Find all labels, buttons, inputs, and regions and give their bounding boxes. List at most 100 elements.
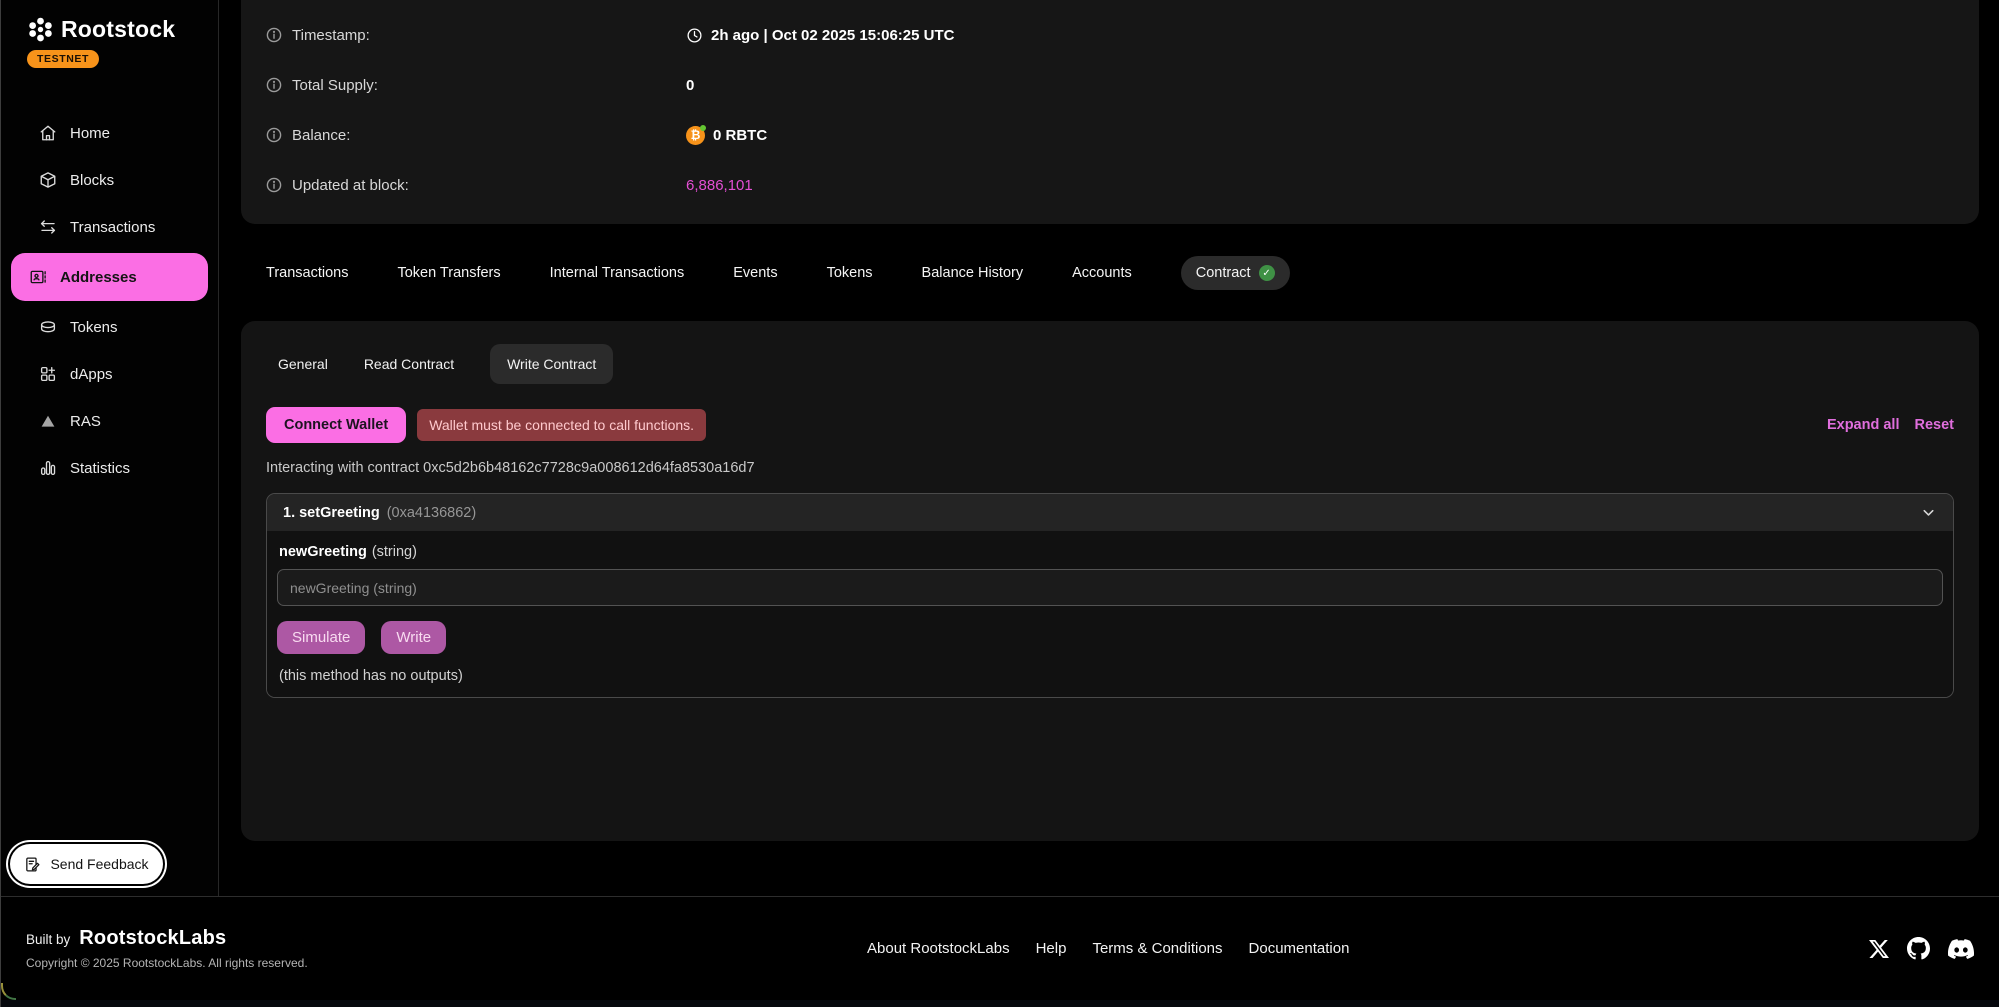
param-type: (string) — [372, 544, 417, 560]
balance-value: 0 RBTC — [713, 127, 767, 144]
footer-links: About RootstockLabs Help Terms & Conditi… — [867, 940, 1349, 957]
tab-internal-transactions[interactable]: Internal Transactions — [550, 265, 685, 281]
footer-link-help[interactable]: Help — [1036, 940, 1067, 957]
sidebar-item-label: Addresses — [60, 269, 137, 286]
sidebar-item-label: Transactions — [70, 219, 155, 236]
info-icon — [266, 77, 282, 93]
tab-transactions[interactable]: Transactions — [266, 265, 348, 281]
write-button[interactable]: Write — [381, 621, 446, 654]
sidebar-item-label: RAS — [70, 413, 101, 430]
grid-plus-icon — [39, 365, 57, 383]
param-input[interactable] — [277, 569, 1943, 606]
swap-arrows-icon — [39, 218, 57, 236]
info-icon — [266, 27, 282, 43]
no-outputs-note: (this method has no outputs) — [277, 668, 1943, 684]
expand-all-link[interactable]: Expand all — [1827, 417, 1900, 433]
method-accordion-header[interactable]: 1. setGreeting (0xa4136862) — [267, 494, 1953, 531]
reset-link[interactable]: Reset — [1915, 417, 1955, 433]
sidebar-item-dapps[interactable]: dApps — [11, 353, 208, 395]
updated-at-block-label: Updated at block: — [292, 177, 409, 194]
footer: Built by RootstockLabs Copyright © 2025 … — [1, 896, 1999, 1000]
method-selector: (0xa4136862) — [387, 505, 477, 521]
sidebar-item-label: Tokens — [70, 319, 118, 336]
triangle-icon — [39, 412, 57, 430]
brand-name: Rootstock — [61, 16, 175, 43]
tab-tokens[interactable]: Tokens — [827, 265, 873, 281]
sidebar-item-transactions[interactable]: Transactions — [11, 206, 208, 248]
sidebar-item-statistics[interactable]: Statistics — [11, 447, 208, 489]
timestamp-label: Timestamp: — [292, 27, 370, 44]
total-supply-value: 0 — [686, 77, 694, 94]
discord-icon[interactable] — [1948, 936, 1974, 962]
logo[interactable]: Rootstock — [27, 16, 218, 43]
method-accordion: 1. setGreeting (0xa4136862) newGreeting(… — [266, 493, 1954, 698]
sidebar-item-ras[interactable]: RAS — [11, 400, 208, 442]
footer-social-icons — [1869, 936, 1974, 962]
expand-reset-links: Expand all Reset — [1827, 417, 1954, 433]
github-icon[interactable] — [1907, 937, 1930, 960]
total-supply-row: Total Supply: 0 — [266, 60, 1954, 110]
footer-link-documentation[interactable]: Documentation — [1249, 940, 1350, 957]
x-icon[interactable] — [1869, 939, 1889, 959]
method-accordion-body: newGreeting(string) Simulate Write (this… — [267, 531, 1953, 697]
send-feedback-label: Send Feedback — [50, 856, 148, 872]
sidebar-item-blocks[interactable]: Blocks — [11, 159, 208, 201]
page: Rootstock TESTNET Home Blocks Transactio… — [0, 0, 1999, 1007]
subtab-read-contract[interactable]: Read Contract — [364, 356, 454, 372]
contact-card-icon — [29, 268, 47, 286]
home-icon — [39, 124, 57, 142]
sidebar-item-addresses[interactable]: Addresses — [11, 253, 208, 301]
clock-icon — [686, 27, 703, 44]
wallet-row: Connect Wallet Wallet must be connected … — [266, 407, 1954, 443]
interacting-with-contract-text: Interacting with contract 0xc5d2b6b48162… — [266, 460, 1954, 476]
method-actions: Simulate Write — [277, 621, 1943, 654]
tab-accounts[interactable]: Accounts — [1072, 265, 1132, 281]
subtab-general[interactable]: General — [278, 356, 328, 372]
info-icon — [266, 177, 282, 193]
tab-contract-label: Contract — [1196, 265, 1251, 281]
chevron-down-icon — [1920, 504, 1937, 521]
block-number-link[interactable]: 6,886,101 — [686, 177, 753, 194]
rootstocklabs-wordmark[interactable]: RootstockLabs — [79, 927, 226, 950]
wallet-warning-badge: Wallet must be connected to call functio… — [417, 409, 706, 441]
param-label: newGreeting(string) — [277, 540, 1943, 569]
balance-row: Balance: ₿ 0 RBTC — [266, 110, 1954, 160]
send-feedback-button[interactable]: Send Feedback — [10, 844, 163, 884]
footer-link-about[interactable]: About RootstockLabs — [867, 940, 1010, 957]
logo-block: Rootstock TESTNET — [1, 0, 218, 68]
feedback-edit-icon — [24, 856, 41, 873]
timestamp-value: 2h ago | Oct 02 2025 15:06:25 UTC — [711, 27, 954, 44]
copyright-text: Copyright © 2025 RootstockLabs. All righ… — [26, 956, 308, 970]
coin-icon — [39, 318, 57, 336]
timestamp-row: Timestamp: 2h ago | Oct 02 2025 15:06:25… — [266, 10, 1954, 60]
tab-contract[interactable]: Contract ✓ — [1181, 256, 1290, 290]
info-icon — [266, 127, 282, 143]
content-row: Rootstock TESTNET Home Blocks Transactio… — [1, 0, 1999, 896]
sidebar-item-label: Home — [70, 125, 110, 142]
tab-balance-history[interactable]: Balance History — [922, 265, 1024, 281]
cube-icon — [39, 171, 57, 189]
bottom-strip — [1, 1000, 1999, 1007]
footer-link-terms[interactable]: Terms & Conditions — [1092, 940, 1222, 957]
address-tabs: Transactions Token Transfers Internal Tr… — [241, 254, 1979, 292]
sidebar-item-tokens[interactable]: Tokens — [11, 306, 208, 348]
sidebar-nav: Home Blocks Transactions Addresses Token… — [1, 112, 218, 489]
footer-left: Built by RootstockLabs Copyright © 2025 … — [26, 927, 308, 970]
method-title: 1. setGreeting — [283, 505, 380, 521]
rootstock-logo-icon — [27, 16, 54, 43]
sidebar: Rootstock TESTNET Home Blocks Transactio… — [1, 0, 219, 896]
contract-panel: General Read Contract Write Contract Con… — [241, 321, 1979, 841]
main-content: Timestamp: 2h ago | Oct 02 2025 15:06:25… — [219, 0, 1999, 896]
sidebar-item-label: Statistics — [70, 460, 130, 477]
address-summary-card: Timestamp: 2h ago | Oct 02 2025 15:06:25… — [241, 0, 1979, 224]
contract-subtabs: General Read Contract Write Contract — [266, 343, 1954, 385]
updated-at-block-row: Updated at block: 6,886,101 — [266, 160, 1954, 210]
tab-token-transfers[interactable]: Token Transfers — [397, 265, 500, 281]
rbtc-coin-icon: ₿ — [686, 126, 705, 145]
connect-wallet-button[interactable]: Connect Wallet — [266, 407, 406, 443]
subtab-write-contract[interactable]: Write Contract — [490, 344, 613, 384]
simulate-button[interactable]: Simulate — [277, 621, 365, 654]
sidebar-item-home[interactable]: Home — [11, 112, 208, 154]
tab-events[interactable]: Events — [733, 265, 777, 281]
built-by-label: Built by — [26, 932, 70, 947]
